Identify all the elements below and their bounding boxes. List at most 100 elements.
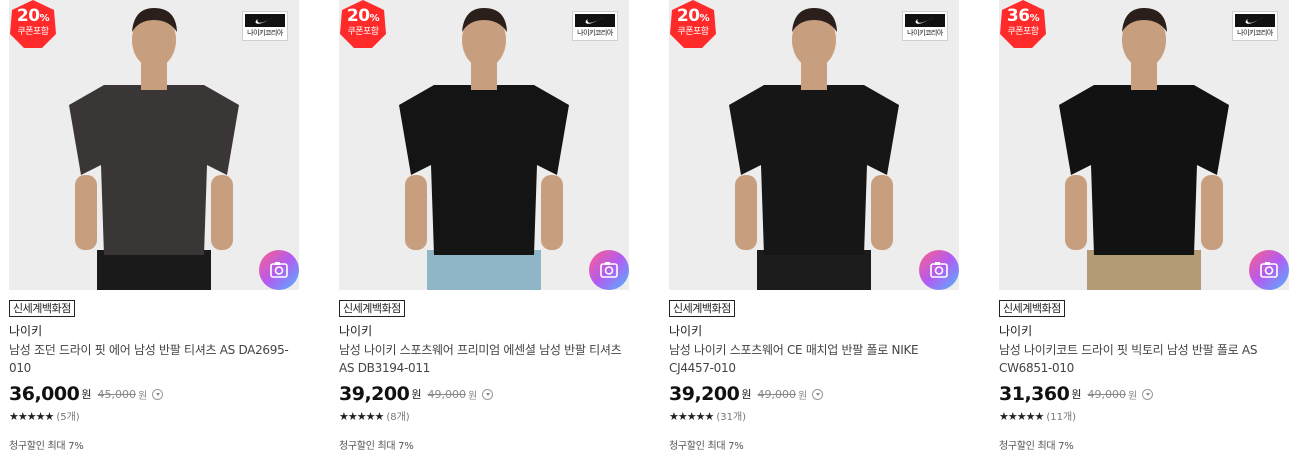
price-info-icon[interactable] [812, 388, 824, 400]
rating: ★★★★★ (31개) [669, 408, 746, 423]
coupon-percent-symbol: % [1029, 13, 1040, 24]
nike-swoosh-icon [1245, 17, 1264, 24]
currency-unit: 원 [741, 388, 752, 401]
original-currency-unit: 원 [1127, 390, 1138, 402]
brand-name[interactable]: 나이키 [339, 323, 372, 339]
brand-name[interactable]: 나이키 [999, 323, 1032, 339]
brand-badge-text: 나이키코리아 [577, 29, 613, 37]
model-pants [97, 250, 211, 290]
coupon-percent-symbol: % [369, 13, 380, 24]
card-discount-text: 청구할인 최대 7% [669, 441, 744, 452]
review-count[interactable]: (11개) [1046, 412, 1076, 423]
nike-swoosh-icon [915, 17, 934, 24]
store-badge: 신세계백화점 [999, 300, 1065, 317]
model-right-arm [211, 175, 233, 250]
price-row: 39,200 원 49,000 원 [339, 383, 494, 409]
coupon-label: 쿠폰포함 [17, 27, 49, 37]
coupon-percent: 20 [676, 6, 700, 26]
product-card[interactable]: 20% 쿠폰포함 나이키코리아 신세계백화점 나이키 남성 조던 드라이 핏 에… [9, 0, 299, 468]
currency-unit: 원 [411, 388, 422, 401]
model-left-arm [405, 175, 427, 250]
model-left-arm [75, 175, 97, 250]
coupon-percent-symbol: % [699, 13, 710, 24]
currency-unit: 원 [81, 388, 92, 401]
coupon-percent: 20 [346, 6, 370, 26]
original-currency-unit: 원 [137, 390, 148, 402]
card-discount-text: 청구할인 최대 7% [999, 441, 1074, 452]
original-price: 49,000 [1087, 387, 1126, 401]
price-row: 31,360 원 49,000 원 [999, 383, 1154, 409]
sale-price: 36,000 [9, 383, 80, 405]
coupon-badge: 20% 쿠폰포함 [340, 0, 386, 48]
sale-price: 39,200 [669, 383, 740, 405]
brand-name[interactable]: 나이키 [9, 323, 42, 339]
product-name[interactable]: 남성 나이키 스포츠웨어 프리미엄 에센셜 남성 반팔 티셔츠 AS DB319… [339, 341, 631, 377]
star-rating: ★★★★★ [999, 410, 1044, 423]
original-currency-unit: 원 [797, 390, 808, 402]
coupon-badge: 36% 쿠폰포함 [1000, 0, 1046, 48]
brand-badge-text: 나이키코리아 [247, 29, 283, 37]
nike-korea-logo: 나이키코리아 [902, 11, 948, 41]
store-badge: 신세계백화점 [339, 300, 405, 317]
product-name[interactable]: 남성 나이키코트 드라이 핏 빅토리 남성 반팔 폴로 AS CW6851-01… [999, 341, 1291, 377]
sale-price: 39,200 [339, 383, 410, 405]
original-currency-unit: 원 [467, 390, 478, 402]
review-count[interactable]: (8개) [386, 412, 409, 423]
price-row: 36,000 원 45,000 원 [9, 383, 164, 409]
sale-price: 31,360 [999, 383, 1070, 405]
original-price: 45,000 [97, 387, 136, 401]
original-price: 49,000 [427, 387, 466, 401]
price-row: 39,200 원 49,000 원 [669, 383, 824, 409]
star-rating: ★★★★★ [9, 410, 54, 423]
model-right-arm [1201, 175, 1223, 250]
review-count[interactable]: (31개) [716, 412, 746, 423]
store-badge: 신세계백화점 [669, 300, 735, 317]
model-right-arm [541, 175, 563, 250]
camera-search-icon[interactable] [589, 250, 629, 290]
rating: ★★★★★ (5개) [9, 408, 80, 423]
card-discount-text: 청구할인 최대 7% [339, 441, 414, 452]
nike-korea-logo: 나이키코리아 [242, 11, 288, 41]
model-right-arm [871, 175, 893, 250]
product-card[interactable]: 36% 쿠폰포함 나이키코리아 신세계백화점 나이키 남성 나이키코트 드라이 … [999, 0, 1289, 468]
model-left-arm [1065, 175, 1087, 250]
brand-name[interactable]: 나이키 [669, 323, 702, 339]
coupon-label: 쿠폰포함 [677, 27, 709, 37]
nike-swoosh-icon [255, 17, 274, 24]
price-info-icon[interactable] [1142, 388, 1154, 400]
product-name[interactable]: 남성 조던 드라이 핏 에어 남성 반팔 티셔츠 AS DA2695-010 [9, 341, 301, 377]
model-pants [1087, 250, 1201, 290]
price-info-icon[interactable] [152, 388, 164, 400]
rating: ★★★★★ (11개) [999, 408, 1076, 423]
coupon-percent: 20 [16, 6, 40, 26]
star-rating: ★★★★★ [339, 410, 384, 423]
product-card[interactable]: 20% 쿠폰포함 나이키코리아 신세계백화점 나이키 남성 나이키 스포츠웨어 … [339, 0, 629, 468]
coupon-badge: 20% 쿠폰포함 [670, 0, 716, 48]
product-card[interactable]: 20% 쿠폰포함 나이키코리아 신세계백화점 나이키 남성 나이키 스포츠웨어 … [669, 0, 959, 468]
star-rating: ★★★★★ [669, 410, 714, 423]
camera-search-icon[interactable] [1249, 250, 1289, 290]
nike-swoosh-icon [585, 17, 604, 24]
brand-badge-text: 나이키코리아 [907, 29, 943, 37]
card-discount-text: 청구할인 최대 7% [9, 441, 84, 452]
review-count[interactable]: (5개) [56, 412, 79, 423]
rating: ★★★★★ (8개) [339, 408, 410, 423]
original-price: 49,000 [757, 387, 796, 401]
model-pants [757, 250, 871, 290]
nike-korea-logo: 나이키코리아 [1232, 11, 1278, 41]
coupon-label: 쿠폰포함 [1007, 27, 1039, 37]
coupon-percent-symbol: % [39, 13, 50, 24]
nike-korea-logo: 나이키코리아 [572, 11, 618, 41]
coupon-label: 쿠폰포함 [347, 27, 379, 37]
camera-search-icon[interactable] [919, 250, 959, 290]
brand-badge-text: 나이키코리아 [1237, 29, 1273, 37]
camera-search-icon[interactable] [259, 250, 299, 290]
price-info-icon[interactable] [482, 388, 494, 400]
model-left-arm [735, 175, 757, 250]
store-badge: 신세계백화점 [9, 300, 75, 317]
currency-unit: 원 [1071, 388, 1082, 401]
coupon-badge: 20% 쿠폰포함 [10, 0, 56, 48]
coupon-percent: 36 [1006, 6, 1030, 26]
model-pants [427, 250, 541, 290]
product-name[interactable]: 남성 나이키 스포츠웨어 CE 매치업 반팔 폴로 NIKE CJ4457-01… [669, 341, 961, 377]
